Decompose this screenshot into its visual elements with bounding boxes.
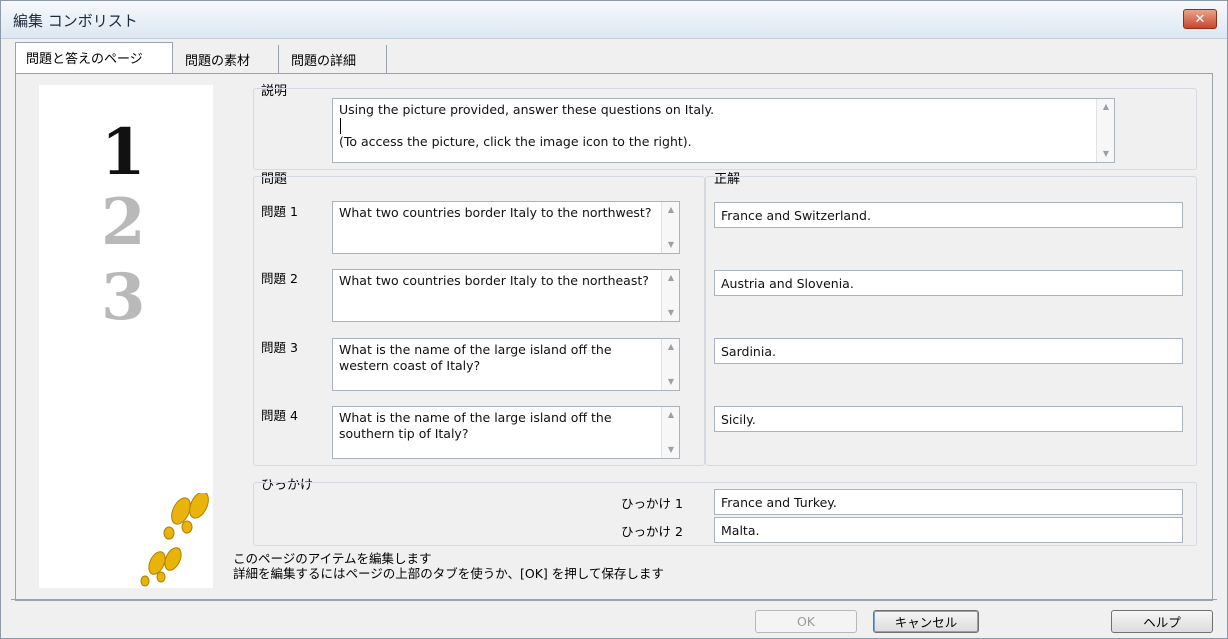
scroll-up-icon[interactable]: ▲ [1097,99,1114,115]
distractor-2-label: ひっかけ 2 [621,524,683,539]
tab-question-material[interactable]: 問題の素材 [175,45,279,73]
hint-line: このページのアイテムを編集します [233,551,432,566]
question-3-text: What is the name of the large island off… [339,342,612,373]
question-4-label: 問題 4 [261,408,298,423]
description-line: Using the picture provided, answer these… [339,102,715,117]
distractor-2-field[interactable]: Malta. [714,517,1183,543]
title-bar: 編集 コンボリスト ✕ [1,1,1227,39]
footprints-icon [140,493,209,587]
scroll-up-icon[interactable]: ▲ [662,202,679,218]
text-cursor [340,118,341,134]
answer-3-field[interactable]: Sardinia. [714,338,1183,364]
question-4-textarea[interactable]: What is the name of the large island off… [332,406,680,459]
number-two: 2 [101,185,146,260]
close-button[interactable]: ✕ [1183,9,1217,29]
number-one: 1 [101,115,146,190]
scroll-down-icon[interactable]: ▼ [662,237,679,253]
distractor-1-field[interactable]: France and Turkey. [714,489,1183,515]
help-button[interactable]: ヘルプ [1111,610,1213,633]
description-line: (To access the picture, click the image … [339,134,692,149]
footer-divider [11,599,1217,600]
tab-label: 問題と答えのページ [26,52,143,67]
tab-label: 問題の素材 [185,54,251,69]
description-textarea[interactable]: Using the picture provided, answer these… [332,98,1115,163]
scroll-down-icon[interactable]: ▼ [1097,146,1114,162]
page-illustration: 1 2 3 [39,85,213,588]
scroll-up-icon[interactable]: ▲ [662,339,679,355]
tab-label: 問題の詳細 [291,54,357,69]
tab-question-details[interactable]: 問題の詳細 [281,45,387,73]
edit-combo-list-dialog: 編集 コンボリスト ✕ 問題と答えのページ 問題の素材 問題の詳細 1 2 3 [0,0,1228,639]
question-2-text: What two countries border Italy to the n… [339,273,649,288]
scroll-down-icon[interactable]: ▼ [662,374,679,390]
answer-4-field[interactable]: Sicily. [714,406,1183,432]
question-3-scrollbar[interactable]: ▲ ▼ [661,339,679,390]
distractor-1-label: ひっかけ 1 [621,496,683,511]
question-1-text: What two countries border Italy to the n… [339,205,652,220]
tab-questions-answers[interactable]: 問題と答えのページ [15,42,173,73]
question-1-scrollbar[interactable]: ▲ ▼ [661,202,679,253]
question-2-scrollbar[interactable]: ▲ ▼ [661,270,679,321]
description-scrollbar[interactable]: ▲ ▼ [1096,99,1114,162]
help-hint: このページのアイテムを編集します 詳細を編集するにはページの上部のタブを使うか、… [233,551,664,581]
question-3-label: 問題 3 [261,340,298,355]
answer-2-field[interactable]: Austria and Slovenia. [714,270,1183,296]
question-4-scrollbar[interactable]: ▲ ▼ [661,407,679,458]
window-title: 編集 コンボリスト [13,12,138,30]
question-2-label: 問題 2 [261,271,298,286]
cancel-button[interactable]: キャンセル [873,610,979,633]
question-4-text: What is the name of the large island off… [339,410,612,441]
number-three: 3 [101,260,146,335]
question-1-textarea[interactable]: What two countries border Italy to the n… [332,201,680,254]
question-2-textarea[interactable]: What two countries border Italy to the n… [332,269,680,322]
answer-1-field[interactable]: France and Switzerland. [714,202,1183,228]
scroll-down-icon[interactable]: ▼ [662,305,679,321]
scroll-up-icon[interactable]: ▲ [662,270,679,286]
hint-line: 詳細を編集するにはページの上部のタブを使うか、[OK] を押して保存します [233,566,664,581]
question-1-label: 問題 1 [261,204,298,219]
ok-button[interactable]: OK [755,610,857,633]
scroll-up-icon[interactable]: ▲ [662,407,679,423]
question-3-textarea[interactable]: What is the name of the large island off… [332,338,680,391]
scroll-down-icon[interactable]: ▼ [662,442,679,458]
